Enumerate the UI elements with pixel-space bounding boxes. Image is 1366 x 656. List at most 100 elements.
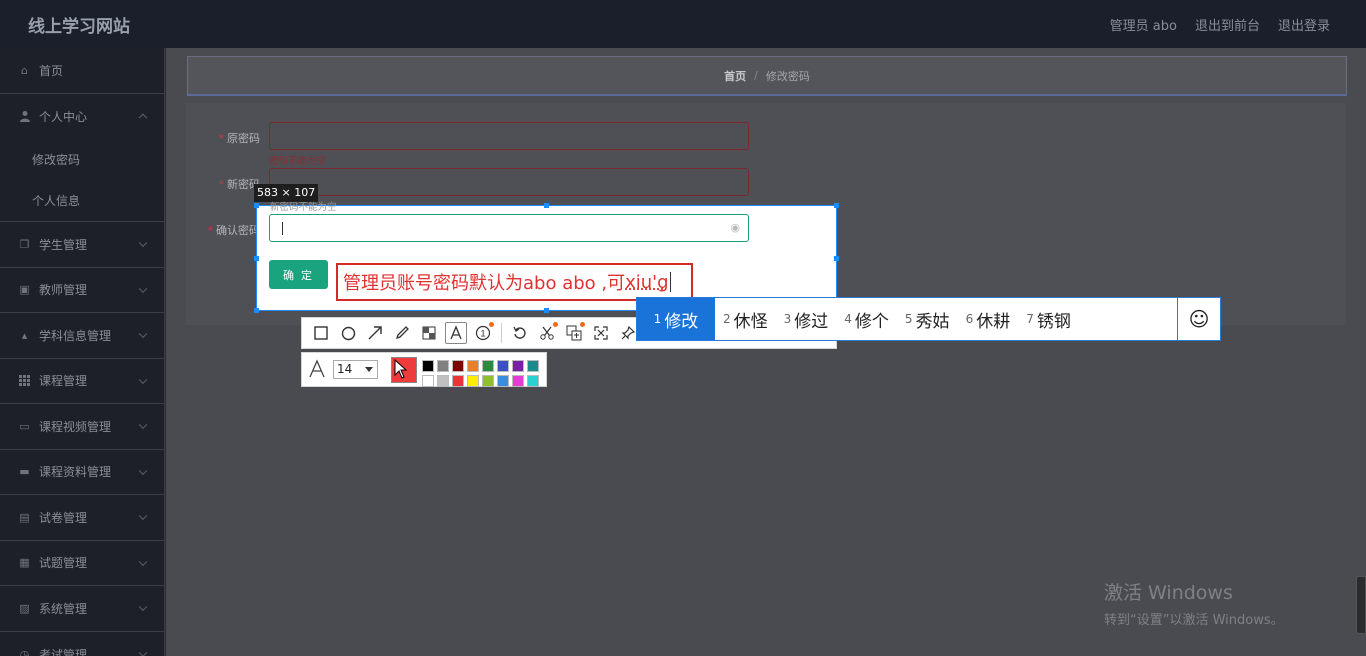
chart-icon: ▨ [19,601,30,615]
scissors-icon[interactable] [536,322,558,344]
color-swatch[interactable] [422,375,434,387]
color-swatch[interactable] [452,360,464,372]
sidebar-item-change-password[interactable]: 修改密码 [0,139,164,179]
color-swatch[interactable] [527,360,539,372]
watermark-subtitle: 转到“设置”以激活 Windows。 [1104,613,1284,628]
sidebar-item-subjects[interactable]: ▴ 学科信息管理 [0,313,164,359]
sidebar-item-course-materials[interactable]: ▬ 课程资料管理 [0,450,164,495]
confirm-password-input[interactable]: ◉ [269,214,749,242]
resize-handle[interactable] [254,308,259,313]
color-swatch[interactable] [467,375,479,387]
ime-composition-text: xiu'g [625,271,669,293]
admin-user-label[interactable]: 管理员 abo [1110,15,1177,34]
arrow-tool-icon[interactable] [364,322,386,344]
color-swatch[interactable] [512,375,524,387]
sidebar-item-teachers[interactable]: ▣ 教师管理 [0,268,164,313]
old-password-input[interactable] [269,122,749,150]
copy-icon: ❐ [19,237,30,251]
toolbar-divider [501,323,502,343]
color-swatch[interactable] [497,375,509,387]
edge-side-tab[interactable] [1356,576,1366,634]
new-password-input[interactable] [269,168,749,196]
chevron-down-icon [138,466,148,475]
sidebar-item-courses[interactable]: 课程管理 [0,359,164,404]
eye-icon[interactable]: ◉ [730,221,740,234]
sidebar-item-personal-center[interactable]: 个人中心 [0,94,164,140]
ime-candidate[interactable]: 1 修改 [637,298,715,340]
sidebar-item-label: 教师管理 [39,283,88,298]
color-swatch[interactable] [467,360,479,372]
sidebar-item-questions[interactable]: ▦ 试题管理 [0,541,164,586]
new-password-label: * 新密码 [218,178,261,191]
site-brand[interactable]: 线上学习网站 [28,12,130,37]
undo-icon[interactable] [509,322,531,344]
number-marker-icon[interactable]: 1 [472,322,494,344]
sidebar-item-label: 考试管理 [39,647,88,656]
top-header: 线上学习网站 管理员 abo 退出到前台 退出登录 [0,0,1366,48]
rectangle-tool-icon[interactable] [310,322,332,344]
ime-candidate[interactable]: 4 修个 [836,298,897,340]
sidebar-item-home[interactable]: ⌂ 首页 [0,48,164,94]
pencil-tool-icon[interactable] [391,322,413,344]
breadcrumb-home[interactable]: 首页 [724,68,746,84]
expand-capture-icon[interactable] [590,322,612,344]
color-swatch[interactable] [527,375,539,387]
sidebar-item-course-videos[interactable]: ▭ 课程视频管理 [0,404,164,450]
mouse-cursor-icon [394,358,408,383]
color-swatch[interactable] [482,360,494,372]
back-to-front-link[interactable]: 退出到前台 [1195,15,1260,34]
color-swatch[interactable] [512,360,524,372]
sidebar-item-exams[interactable]: ◷ 考试管理 [0,632,164,656]
font-icon [308,359,326,384]
sidebar-item-label: 学科信息管理 [39,328,112,343]
breadcrumb-current: 修改密码 [765,69,810,83]
ime-candidate[interactable]: 7 锈钢 [1018,298,1079,340]
mosaic-tool-icon[interactable] [418,322,440,344]
sidebar-item-label: 个人中心 [39,109,88,124]
color-swatch[interactable] [452,375,464,387]
sidebar: ⌂ 首页 个人中心 修改密码 个人信息 ❐ 学生管理 ▣ 教师管理 ▴ 学科信息… [0,48,165,656]
color-swatch[interactable] [497,360,509,372]
font-size-select[interactable]: 14 [333,360,378,379]
sidebar-item-papers[interactable]: ▤ 试卷管理 [0,495,164,541]
sidebar-item-students[interactable]: ❐ 学生管理 [0,222,164,268]
chevron-down-icon [138,420,148,430]
ocr-translate-icon[interactable] [563,322,585,344]
chevron-down-icon [138,602,148,612]
comment-icon: ▭ [19,419,30,433]
ime-candidate[interactable]: 2 休怪 [715,298,776,340]
confirm-password-label: * 确认密码 [207,224,261,237]
document-icon: ▤ [19,510,30,524]
annotation-text: 管理员账号密码默认为abo abo ,可 [343,273,626,294]
breadcrumb-separator: / [754,69,758,82]
resize-handle[interactable] [544,308,549,313]
text-tool-icon[interactable] [445,322,467,344]
chevron-down-icon [138,329,148,339]
ime-candidate[interactable]: 6 休耕 [958,298,1019,340]
dropdown-arrow-icon [365,367,373,372]
resize-handle[interactable] [544,203,549,208]
resize-handle[interactable] [834,256,839,261]
monitor-icon: ▬ [19,465,30,479]
resize-handle[interactable] [254,203,259,208]
sidebar-item-label: 学生管理 [39,237,88,252]
color-swatch[interactable] [437,360,449,372]
sidebar-item-personal-info[interactable]: 个人信息 [0,179,164,222]
confirm-button[interactable]: 确 定 [269,260,328,289]
emoji-icon[interactable]: ☺ [1178,298,1220,340]
old-password-label: * 原密码 [218,132,261,145]
sidebar-item-label: 课程视频管理 [39,419,112,434]
ellipse-tool-icon[interactable] [337,322,359,344]
grid-icon [18,375,31,387]
logout-link[interactable]: 退出登录 [1278,15,1330,34]
ime-candidate[interactable]: 3 修过 [776,298,837,340]
resize-handle[interactable] [834,203,839,208]
chevron-down-icon [138,284,148,293]
text-annotation-box[interactable]: 管理员账号密码默认为abo abo ,可 xiu'g [336,263,693,301]
color-swatch[interactable] [437,375,449,387]
ime-candidate[interactable]: 5 秀姑 [897,298,958,340]
color-swatch[interactable] [422,360,434,372]
sidebar-item-system[interactable]: ▨ 系统管理 [0,586,164,632]
color-swatch[interactable] [482,375,494,387]
resize-handle[interactable] [254,256,259,261]
